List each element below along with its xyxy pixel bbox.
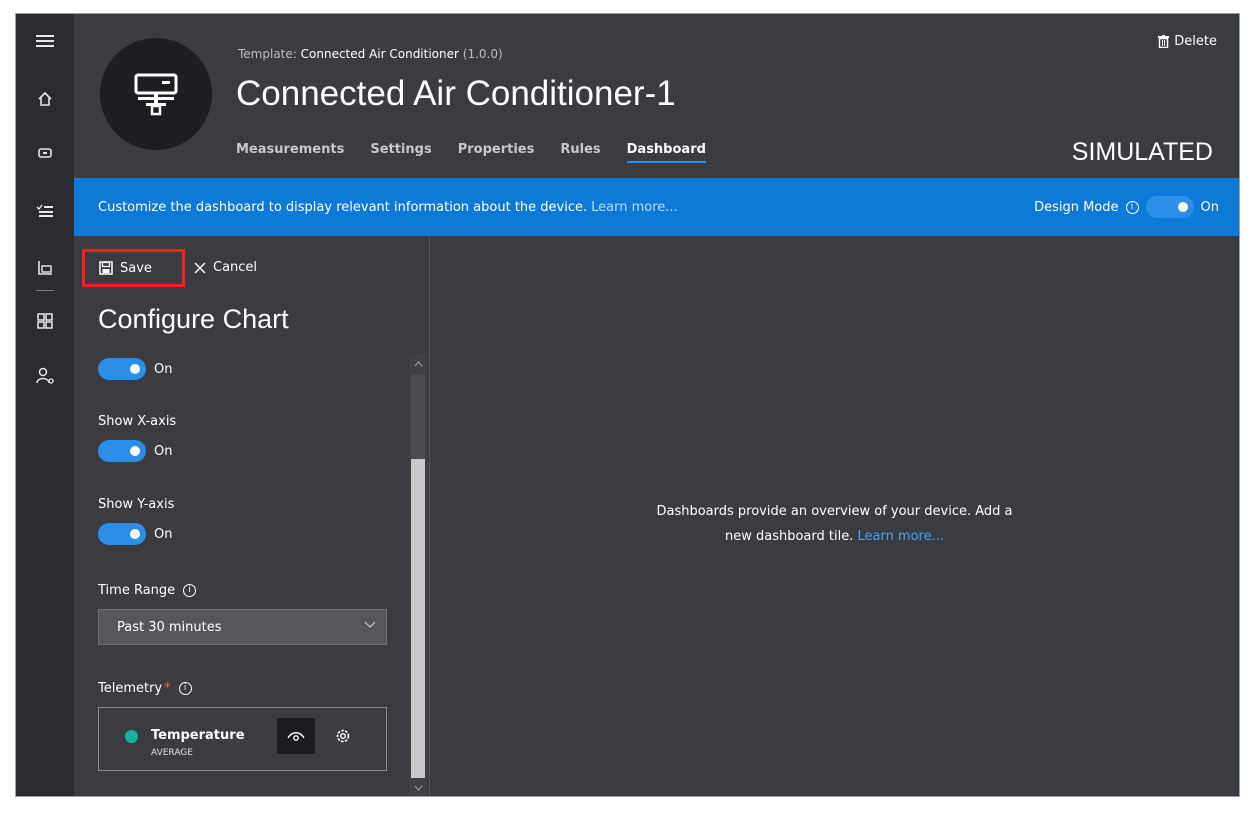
dashboard-canvas[interactable]: Dashboards provide an overview of your d… xyxy=(430,236,1239,796)
empty-message-line1: Dashboards provide an overview of your d… xyxy=(656,504,1013,519)
show-y-axis-row: On xyxy=(98,523,172,545)
info-icon[interactable]: i xyxy=(178,682,192,695)
tab-properties[interactable]: Properties xyxy=(458,142,535,163)
template-prefix: Template: xyxy=(238,47,297,61)
info-icon[interactable]: i xyxy=(1125,200,1139,214)
banner-learn-more-link[interactable]: Learn more... xyxy=(591,200,678,215)
show-y-axis-label: Show Y-axis xyxy=(98,497,175,512)
show-x-axis-label: Show X-axis xyxy=(98,414,177,429)
config-scrollbar[interactable] xyxy=(409,354,427,796)
scroll-down-icon[interactable] xyxy=(409,778,427,796)
device-icon xyxy=(134,73,178,116)
dashboard-learn-more-link[interactable]: Learn more... xyxy=(857,529,944,544)
telemetry-color-dot xyxy=(125,730,138,743)
nav-rail xyxy=(16,14,74,796)
analytics-icon[interactable] xyxy=(16,251,74,285)
chevron-down-icon xyxy=(364,618,376,633)
first-toggle-row: On xyxy=(98,358,172,380)
tab-dashboard[interactable]: Dashboard xyxy=(626,142,706,163)
visibility-button[interactable] xyxy=(277,718,315,754)
telemetry-name: Temperature xyxy=(151,728,245,743)
tab-measurements[interactable]: Measurements xyxy=(236,142,344,163)
scroll-up-icon[interactable] xyxy=(409,354,427,374)
eye-icon xyxy=(287,732,305,741)
design-mode-control: Design Mode i On xyxy=(1034,196,1219,218)
cancel-button[interactable]: Cancel xyxy=(194,260,257,275)
device-templates-icon[interactable] xyxy=(16,194,74,228)
config-scroll-area: On Show X-axis On Show Y-axis On Time Ra… xyxy=(74,354,414,796)
telemetry-item: Temperature AVERAGE xyxy=(98,707,387,771)
save-button[interactable]: Save xyxy=(82,249,185,287)
telemetry-aggregation: AVERAGE xyxy=(151,748,193,758)
time-range-select[interactable]: Past 30 minutes xyxy=(98,609,387,645)
tab-settings[interactable]: Settings xyxy=(370,142,431,163)
required-marker: * xyxy=(164,681,171,696)
rail-divider xyxy=(36,290,54,291)
devices-icon[interactable] xyxy=(16,136,74,170)
info-banner: Customize the dashboard to display relev… xyxy=(74,178,1239,236)
hamburger-icon[interactable] xyxy=(16,24,74,58)
device-tabs: Measurements Settings Properties Rules D… xyxy=(236,142,706,163)
telemetry-label-row: Telemetry * i xyxy=(98,681,192,696)
scroll-thumb[interactable] xyxy=(411,459,425,778)
show-x-axis-state: On xyxy=(154,443,173,459)
configure-chart-title: Configure Chart xyxy=(98,304,289,334)
app-window: Template: Connected Air Conditioner (1.0… xyxy=(15,13,1240,797)
cancel-label: Cancel xyxy=(213,260,258,275)
empty-message-line2: new dashboard tile. Learn more... xyxy=(430,524,1239,549)
tab-rules[interactable]: Rules xyxy=(560,142,600,163)
users-icon[interactable] xyxy=(16,359,74,393)
first-toggle-state: On xyxy=(154,361,173,377)
show-x-axis-row: On xyxy=(98,440,172,462)
save-label: Save xyxy=(120,260,152,276)
info-icon[interactable]: i xyxy=(183,584,197,597)
simulated-status: SIMULATED xyxy=(1071,138,1213,166)
design-mode-label: Design Mode xyxy=(1034,199,1119,215)
home-icon[interactable] xyxy=(16,82,74,116)
time-range-label: Time Range xyxy=(98,583,176,598)
time-range-label-row: Time Range i xyxy=(98,583,197,598)
show-y-axis-toggle[interactable] xyxy=(98,523,146,545)
gear-icon xyxy=(336,729,350,743)
show-y-axis-state: On xyxy=(154,526,173,542)
delete-button[interactable]: Delete xyxy=(1158,34,1217,49)
page-title: Connected Air Conditioner-1 xyxy=(236,74,676,113)
template-info: Template: Connected Air Conditioner (1.0… xyxy=(238,47,503,61)
device-avatar xyxy=(100,38,212,150)
empty-dashboard-message: Dashboards provide an overview of your d… xyxy=(430,499,1239,549)
design-mode-toggle[interactable] xyxy=(1145,196,1194,218)
save-icon xyxy=(99,261,113,275)
first-toggle[interactable] xyxy=(98,358,146,380)
device-header: Template: Connected Air Conditioner (1.0… xyxy=(74,14,1239,178)
template-version: (1.0.0) xyxy=(462,47,503,61)
close-icon xyxy=(194,262,206,273)
show-x-axis-toggle[interactable] xyxy=(98,440,146,462)
telemetry-settings-button[interactable] xyxy=(331,724,355,748)
telemetry-label: Telemetry xyxy=(98,681,163,696)
banner-text: Customize the dashboard to display relev… xyxy=(98,199,588,215)
dashboards-icon[interactable] xyxy=(16,304,74,338)
design-mode-state: On xyxy=(1200,199,1219,215)
scroll-track[interactable] xyxy=(411,374,425,778)
configure-chart-panel: Save Cancel Configure Chart On Show X-ax… xyxy=(74,236,430,796)
template-name[interactable]: Connected Air Conditioner xyxy=(301,47,459,61)
trash-icon xyxy=(1158,35,1170,48)
delete-label: Delete xyxy=(1174,34,1217,49)
empty-message-text: new dashboard tile. xyxy=(724,529,854,544)
time-range-value: Past 30 minutes xyxy=(117,619,222,635)
